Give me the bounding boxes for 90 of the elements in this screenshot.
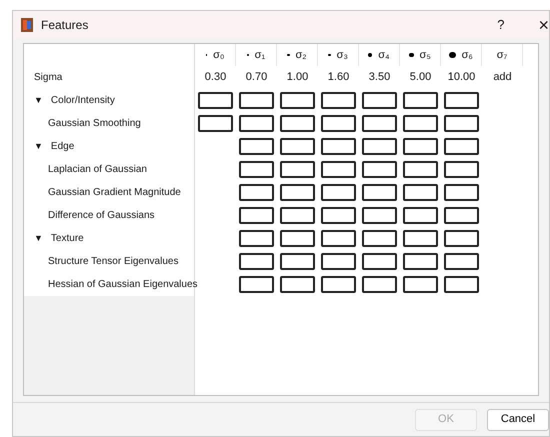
checkbox[interactable] xyxy=(321,161,356,178)
column-header[interactable]: σ₁ xyxy=(236,44,277,66)
checkbox[interactable] xyxy=(444,184,479,201)
checkbox[interactable] xyxy=(362,184,397,201)
expand-toggle[interactable]: ▼ xyxy=(34,96,43,105)
checkbox[interactable] xyxy=(362,207,397,224)
checkbox[interactable] xyxy=(403,115,438,132)
window-title: Features xyxy=(41,17,88,34)
column-header[interactable]: σ₇ xyxy=(482,44,523,66)
column-header[interactable]: σ₆ xyxy=(441,44,482,66)
group-label[interactable]: Texture xyxy=(50,231,84,246)
checkbox[interactable] xyxy=(403,161,438,178)
checkbox[interactable] xyxy=(239,115,274,132)
group-label[interactable]: Color/Intensity xyxy=(50,93,115,108)
checkbox[interactable] xyxy=(444,230,479,247)
checkbox[interactable] xyxy=(280,115,315,132)
checkbox[interactable] xyxy=(403,276,438,293)
column-header[interactable]: σ₄ xyxy=(359,44,400,66)
column-header[interactable]: σ₀ xyxy=(195,44,236,66)
checkbox[interactable] xyxy=(321,138,356,155)
sigma-value: 0.30 xyxy=(204,70,226,86)
checkbox[interactable] xyxy=(198,92,233,109)
checkbox[interactable] xyxy=(403,184,438,201)
close-button[interactable]: × xyxy=(538,16,549,34)
checkbox[interactable] xyxy=(444,207,479,224)
feature-label[interactable]: Difference of Gaussians xyxy=(48,208,155,223)
checkbox[interactable] xyxy=(403,138,438,155)
checkbox[interactable] xyxy=(239,184,274,201)
column-header[interactable]: σ₃ xyxy=(318,44,359,66)
checkbox[interactable] xyxy=(321,230,356,247)
checkbox[interactable] xyxy=(444,138,479,155)
checkbox[interactable] xyxy=(444,161,479,178)
checkbox[interactable] xyxy=(444,253,479,270)
checkbox[interactable] xyxy=(239,161,274,178)
checkbox[interactable] xyxy=(239,276,274,293)
checkbox[interactable] xyxy=(321,92,356,109)
help-button[interactable]: ? xyxy=(497,15,504,35)
expand-toggle[interactable]: ▼ xyxy=(34,142,43,151)
checkbox[interactable] xyxy=(280,207,315,224)
checkbox[interactable] xyxy=(280,230,315,247)
checkbox[interactable] xyxy=(362,115,397,132)
checkbox[interactable] xyxy=(280,184,315,201)
checkbox[interactable] xyxy=(280,253,315,270)
checkbox[interactable] xyxy=(444,276,479,293)
checkbox[interactable] xyxy=(321,253,356,270)
checkbox[interactable] xyxy=(280,92,315,109)
sigma-value: 3.50 xyxy=(368,70,390,86)
sigma-label: Sigma xyxy=(34,71,62,85)
checkbox[interactable] xyxy=(198,115,233,132)
feature-label[interactable]: Structure Tensor Eigenvalues xyxy=(48,254,178,269)
column-header[interactable]: σ₅ xyxy=(400,44,441,66)
checkbox[interactable] xyxy=(239,230,274,247)
checkbox[interactable] xyxy=(280,276,315,293)
group-label[interactable]: Edge xyxy=(50,139,74,154)
checkbox[interactable] xyxy=(362,276,397,293)
sigma-value: 1.60 xyxy=(328,70,350,86)
checkbox[interactable] xyxy=(321,276,356,293)
sigma-value: 0.70 xyxy=(246,70,268,86)
checkbox[interactable] xyxy=(444,92,479,109)
checkbox[interactable] xyxy=(403,230,438,247)
checkbox[interactable] xyxy=(362,138,397,155)
checkbox[interactable] xyxy=(403,207,438,224)
feature-label[interactable]: Laplacian of Gaussian xyxy=(48,162,147,177)
checkbox[interactable] xyxy=(362,161,397,178)
sigma-value: 10.00 xyxy=(448,70,476,86)
sigma-value: 5.00 xyxy=(410,70,432,86)
checkbox[interactable] xyxy=(362,253,397,270)
app-icon xyxy=(21,18,33,32)
expand-toggle[interactable]: ▼ xyxy=(34,234,43,243)
checkbox[interactable] xyxy=(239,92,274,109)
dialog-button[interactable]: Cancel xyxy=(487,408,549,430)
column-header[interactable]: σ₂ xyxy=(277,44,318,66)
checkbox[interactable] xyxy=(403,253,438,270)
checkbox[interactable] xyxy=(280,161,315,178)
checkbox[interactable] xyxy=(444,115,479,132)
checkbox[interactable] xyxy=(362,230,397,247)
checkbox[interactable] xyxy=(280,138,315,155)
sigma-value: 1.00 xyxy=(286,70,308,86)
checkbox[interactable] xyxy=(362,92,397,109)
feature-label[interactable]: Gaussian Gradient Magnitude xyxy=(48,185,181,200)
checkbox[interactable] xyxy=(403,92,438,109)
checkbox[interactable] xyxy=(239,207,274,224)
checkbox[interactable] xyxy=(321,207,356,224)
feature-label[interactable]: Gaussian Smoothing xyxy=(48,116,141,131)
checkbox[interactable] xyxy=(239,253,274,270)
feature-label[interactable]: Hessian of Gaussian Eigenvalues xyxy=(48,277,198,292)
checkbox[interactable] xyxy=(321,184,356,201)
checkbox[interactable] xyxy=(321,115,356,132)
sigma-value: add xyxy=(493,70,512,86)
checkbox[interactable] xyxy=(239,138,274,155)
